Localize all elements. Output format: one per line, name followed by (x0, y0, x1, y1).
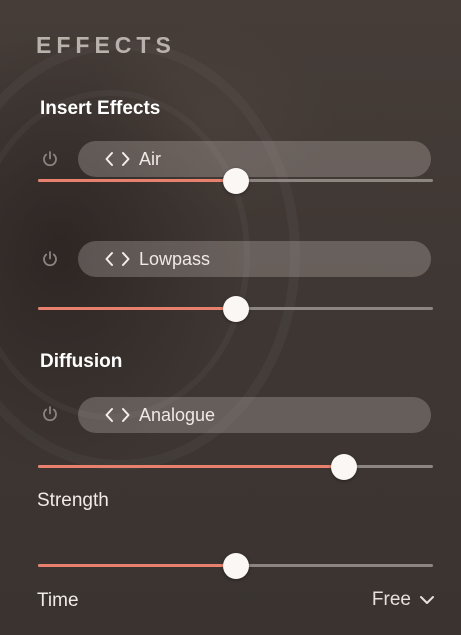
time-label: Time (37, 590, 79, 611)
diffusion-selector[interactable]: Analogue (78, 397, 431, 433)
time-mode-dropdown[interactable]: Free (372, 589, 435, 611)
slider-fill (38, 564, 236, 567)
effect-selector-2[interactable]: Lowpass (78, 241, 431, 277)
power-icon[interactable] (39, 248, 61, 270)
diffusion-type-name: Analogue (139, 404, 216, 425)
time-mode-value: Free (371, 589, 411, 610)
effect-name: Lowpass (139, 248, 211, 269)
effects-panel: EFFECTS Insert Effects Air Lowpass Diffu… (0, 0, 461, 635)
diffusion-type-slider[interactable] (38, 452, 433, 482)
strength-label: Strength (37, 490, 109, 511)
slider-fill (38, 307, 236, 310)
effect-1-slider[interactable] (38, 166, 433, 196)
strength-slider[interactable] (38, 551, 433, 581)
effect-2-slider[interactable] (38, 294, 433, 324)
slider-fill (38, 465, 345, 468)
diffusion-heading: Diffusion (40, 351, 123, 372)
insert-effects-heading: Insert Effects (40, 98, 161, 119)
slider-thumb[interactable] (331, 454, 358, 480)
slider-thumb[interactable] (222, 168, 249, 194)
chevron-right-icon[interactable] (121, 251, 131, 267)
slider-thumb[interactable] (222, 553, 249, 579)
chevron-right-icon[interactable] (121, 407, 131, 423)
chevron-left-icon[interactable] (104, 251, 114, 267)
chevron-down-icon (419, 589, 435, 611)
panel-title: EFFECTS (36, 32, 176, 58)
power-icon[interactable] (39, 403, 61, 425)
slider-thumb[interactable] (222, 296, 249, 322)
chevron-left-icon[interactable] (104, 407, 114, 423)
chevron-right-icon[interactable] (121, 151, 131, 167)
slider-fill (38, 179, 236, 182)
chevron-left-icon[interactable] (104, 151, 114, 167)
